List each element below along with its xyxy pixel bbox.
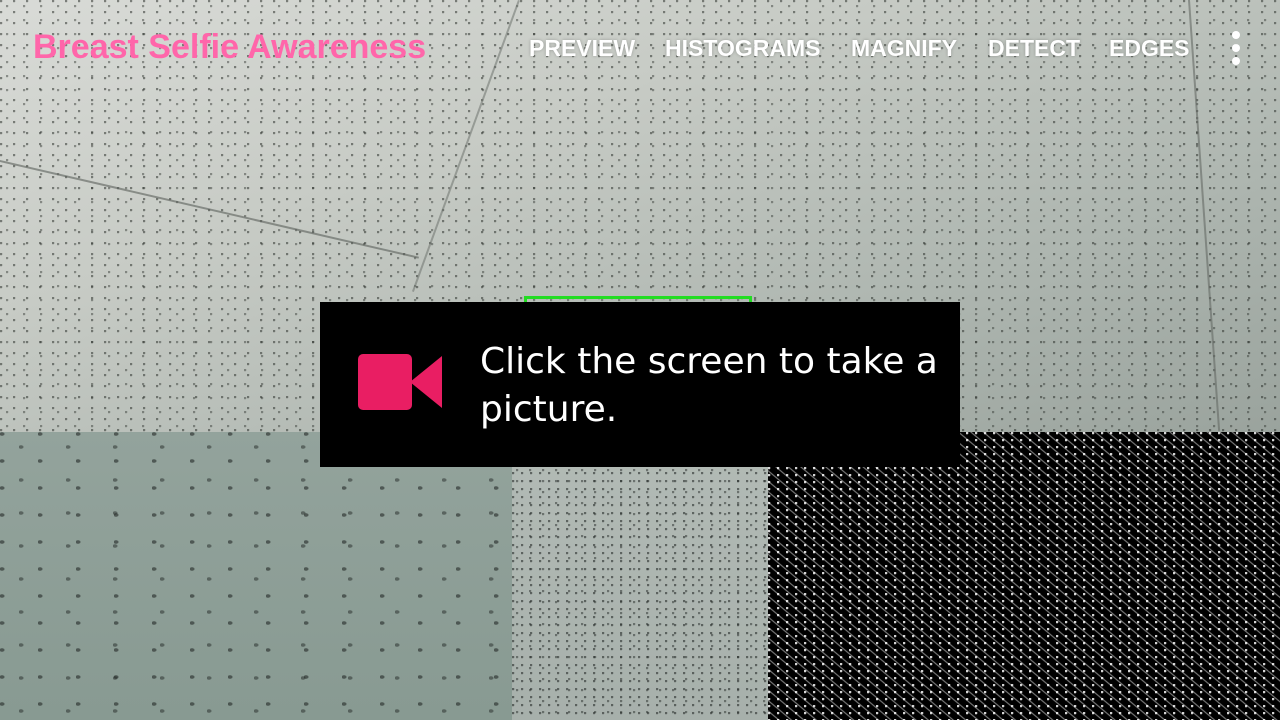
app-title: Breast Selfie Awareness [33, 28, 427, 66]
action-bar: Breast Selfie Awareness PREVIEW HISTOGRA… [0, 0, 1280, 96]
menu-item-histograms[interactable]: HISTOGRAMS [665, 35, 820, 62]
menu-item-detect[interactable]: DETECT [988, 35, 1080, 62]
magnify-view [0, 432, 512, 720]
menu-item-magnify[interactable]: MAGNIFY [851, 35, 957, 62]
toast-text: Click the screen to take a picture. [480, 341, 938, 430]
menu-item-preview[interactable]: PREVIEW [529, 35, 635, 62]
video-camera-icon [358, 354, 442, 410]
camera-screen[interactable]: Breast Selfie Awareness PREVIEW HISTOGRA… [0, 0, 1280, 720]
ceiling-tile-seam [0, 160, 419, 259]
preview-thumbnail-view [512, 432, 768, 720]
overflow-dot [1232, 44, 1240, 52]
edges-view [768, 432, 1280, 720]
more-vertical-icon[interactable] [1220, 28, 1252, 68]
menu-item-edges[interactable]: EDGES [1109, 35, 1190, 62]
video-camera-body [358, 354, 412, 410]
video-camera-lens [410, 356, 442, 408]
overflow-dot [1232, 57, 1240, 65]
overflow-dot [1232, 31, 1240, 39]
